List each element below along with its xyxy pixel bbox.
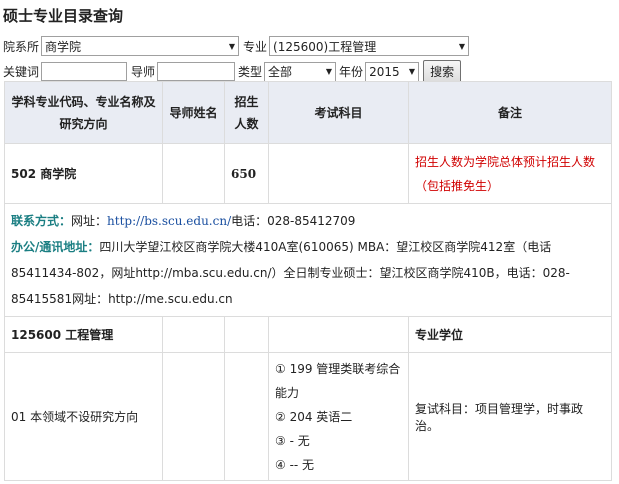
school-name: 502 商学院 bbox=[4, 143, 163, 204]
header-major: 学科专业代码、专业名称及研究方向 bbox=[4, 81, 163, 144]
contact-url-prefix: 网址： bbox=[71, 214, 108, 228]
major-label: 专业 bbox=[243, 39, 268, 54]
chevron-down-icon: ▼ bbox=[458, 41, 466, 51]
page-title: 硕士专业目录查询 bbox=[3, 7, 124, 25]
table-header-row: 学科专业代码、专业名称及研究方向 导师姓名 招生人数 考试科目 备注 bbox=[4, 81, 612, 144]
address-label: 办公/通讯地址： bbox=[11, 240, 100, 254]
type-select-value: 全部 bbox=[268, 65, 293, 79]
catalog-table: 学科专业代码、专业名称及研究方向 导师姓名 招生人数 考试科目 备注 502 商… bbox=[4, 81, 612, 481]
exam-course: ④ -- 无 bbox=[275, 457, 315, 472]
contact-row: 联系方式：网址：http://bs.scu.edu.cn/电话：028-8541… bbox=[4, 203, 612, 317]
advisor-input[interactable] bbox=[157, 62, 236, 81]
year-select[interactable]: 2015 ▼ bbox=[365, 61, 420, 82]
contact-label: 联系方式： bbox=[11, 214, 72, 228]
direction-name: 01 本领域不设研究方向 bbox=[4, 352, 163, 481]
chevron-down-icon: ▼ bbox=[228, 41, 236, 51]
major-select-value: (125600)工程管理 bbox=[273, 39, 377, 54]
direction-advisor bbox=[162, 352, 225, 481]
major-name: 125600 工程管理 bbox=[4, 316, 163, 353]
contact-info: 联系方式：网址：http://bs.scu.edu.cn/电话：028-8541… bbox=[4, 203, 612, 317]
year-label: 年份 bbox=[339, 65, 364, 79]
search-button[interactable]: 搜索 bbox=[423, 60, 462, 83]
school-quota: 650 bbox=[224, 143, 269, 204]
exam-course: ② 204 英语二 bbox=[275, 409, 353, 424]
header-note: 备注 bbox=[408, 81, 612, 144]
header-exam: 考试科目 bbox=[268, 81, 409, 144]
filter-row-1: 院系所 商学院 ▼ 专业 (125600)工程管理 ▼ bbox=[3, 36, 470, 56]
school-exam bbox=[268, 143, 409, 204]
contact-phone: 电话：028-85412709 bbox=[231, 214, 356, 228]
major-note: 专业学位 bbox=[408, 316, 612, 353]
year-select-value: 2015 bbox=[369, 64, 400, 79]
major-quota bbox=[224, 316, 269, 353]
direction-quota bbox=[224, 352, 269, 481]
header-advisor: 导师姓名 bbox=[162, 81, 225, 144]
exam-courses: ① 199 管理类联考综合能力 ② 204 英语二 ③ - 无 ④ -- 无 bbox=[268, 352, 409, 481]
exam-course: ① 199 管理类联考综合能力 bbox=[275, 361, 401, 400]
school-advisor bbox=[162, 143, 225, 204]
table-row: 125600 工程管理 专业学位 bbox=[4, 316, 612, 353]
table-row: 502 商学院 650 招生人数为学院总体预计招生人数（包括推免生） bbox=[4, 143, 612, 204]
page: 硕士专业目录查询 院系所 商学院 ▼ 专业 (125600)工程管理 ▼ 关键词… bbox=[0, 0, 619, 484]
major-advisor bbox=[162, 316, 225, 353]
chevron-down-icon: ▼ bbox=[325, 67, 333, 76]
chevron-down-icon: ▼ bbox=[408, 67, 416, 76]
major-select[interactable]: (125600)工程管理 ▼ bbox=[269, 36, 470, 56]
direction-note: 复试科目：项目管理学，时事政治。 bbox=[408, 352, 612, 481]
table-row: 01 本领域不设研究方向 ① 199 管理类联考综合能力 ② 204 英语二 ③… bbox=[4, 352, 612, 481]
type-label: 类型 bbox=[238, 65, 263, 79]
header-quota: 招生人数 bbox=[224, 81, 269, 144]
dept-label: 院系所 bbox=[3, 39, 40, 54]
dept-select[interactable]: 商学院 ▼ bbox=[41, 36, 240, 56]
filter-row-2: 关键词 导师 类型 全部 ▼ 年份 2015 ▼ 搜索 bbox=[3, 60, 462, 83]
type-select[interactable]: 全部 ▼ bbox=[264, 61, 337, 82]
exam-course: ③ - 无 bbox=[275, 433, 310, 448]
school-website-link[interactable]: http://bs.scu.edu.cn/ bbox=[107, 214, 231, 228]
school-note: 招生人数为学院总体预计招生人数（包括推免生） bbox=[408, 143, 612, 204]
dept-select-value: 商学院 bbox=[45, 39, 82, 54]
keyword-input[interactable] bbox=[41, 62, 128, 81]
advisor-label: 导师 bbox=[131, 65, 156, 79]
major-exam bbox=[268, 316, 409, 353]
keyword-label: 关键词 bbox=[3, 65, 40, 79]
